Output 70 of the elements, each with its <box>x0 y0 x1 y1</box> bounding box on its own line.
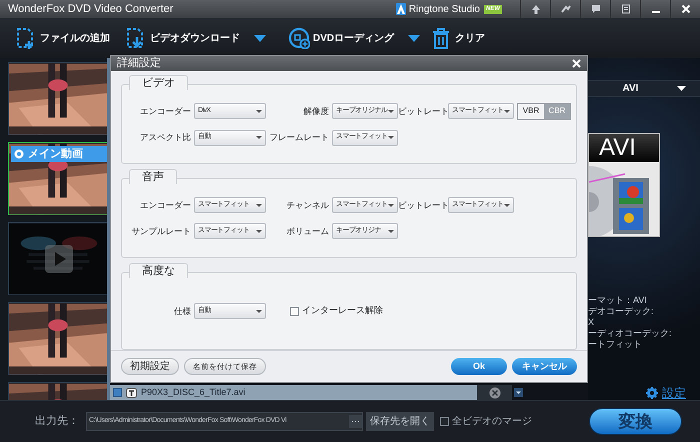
caret-icon <box>256 230 262 232</box>
caret-icon <box>504 204 510 206</box>
dropdown-icon[interactable] <box>514 388 523 397</box>
open-folder-button[interactable]: 保存先を開く <box>366 412 434 431</box>
caret-icon <box>256 204 262 206</box>
file-checkbox[interactable] <box>113 388 122 397</box>
toolbar-button[interactable]: DVDローディング <box>288 27 394 49</box>
trash-icon <box>430 27 452 49</box>
dropdown-caret-icon[interactable] <box>254 34 266 42</box>
caret-icon <box>388 136 394 139</box>
ringtone-icon[interactable] <box>396 3 406 15</box>
field-label: チャンネル <box>286 198 330 212</box>
section-title: 音声 <box>129 169 177 184</box>
caret-icon <box>504 110 510 112</box>
radio-icon <box>14 149 24 159</box>
title-icon <box>126 388 137 398</box>
toolbar-button[interactable]: ビデオダウンロード <box>125 27 240 49</box>
caret-icon[interactable] <box>677 86 686 91</box>
tag-label: メイン動画 <box>28 146 83 162</box>
section-title: 高度な <box>129 263 188 278</box>
upload-icon[interactable] <box>530 4 540 14</box>
dialog-title: 詳細設定 <box>117 56 161 72</box>
format-info-text: デオコーデック: <box>588 306 655 317</box>
merge-label: 全ビデオのマージ <box>452 415 532 429</box>
dropdown-caret-icon[interactable] <box>408 34 420 42</box>
field-label: サンプルレート <box>130 224 192 238</box>
chat-icon[interactable] <box>590 4 600 14</box>
close-icon[interactable] <box>680 4 690 14</box>
caret-icon <box>388 110 394 112</box>
disc-plus-icon <box>288 27 310 49</box>
format-info-text: ーマット：AVI <box>588 295 648 306</box>
play-icon[interactable] <box>45 245 73 273</box>
format-info-text: ートフィット <box>588 339 643 350</box>
gear-icon <box>646 387 658 399</box>
format-info-text: ーディオコーデック: <box>588 328 673 339</box>
more-button[interactable]: ··· <box>349 414 362 428</box>
field-label: ビットレート <box>398 198 448 212</box>
toolbar-button[interactable]: ファイルの追加 <box>15 27 110 49</box>
merge-checkbox[interactable] <box>440 417 449 426</box>
caret-icon <box>256 136 262 139</box>
file-row[interactable]: P90X3_DISC_6_Title7.avi <box>110 385 477 400</box>
list-icon[interactable] <box>620 4 630 14</box>
field-label: ボリューム <box>286 224 330 238</box>
caret-icon <box>388 230 394 232</box>
file-name: P90X3_DISC_6_Title7.avi <box>141 386 246 399</box>
format-title: AVI <box>589 134 659 162</box>
toolbar-button[interactable]: クリア <box>430 27 485 49</box>
field-label: ビットレート <box>398 104 448 118</box>
caret-icon <box>256 310 262 312</box>
checkbox-label: インターレース解除 <box>302 304 383 318</box>
window-title: WonderFox DVD Video Converter <box>8 2 174 17</box>
ringtone-studio-link[interactable]: Ringtone Studio <box>408 2 480 16</box>
output-label: 出力先： <box>35 414 79 430</box>
format-dropdown[interactable]: AVI <box>588 80 700 97</box>
close-icon[interactable] <box>572 59 581 68</box>
caret-icon <box>256 110 262 112</box>
field-label: エンコーダー <box>139 198 192 212</box>
field-label: フレームレート <box>268 131 330 144</box>
field-label: エンコーダー <box>139 104 192 118</box>
field-label: アスペクト比 <box>139 131 192 144</box>
dialog-button[interactable]: 初期設定 <box>121 358 179 375</box>
format-label: AVI <box>622 82 640 96</box>
close-icon[interactable] <box>488 386 500 398</box>
field-label: 仕様 <box>173 304 192 318</box>
section-title: ビデオ <box>129 75 188 90</box>
caret-icon <box>388 204 394 206</box>
field-label: 解像度 <box>302 104 330 118</box>
checkbox[interactable] <box>290 306 299 316</box>
convert-button[interactable]: 変換 <box>589 408 682 435</box>
format-info-text: X <box>588 317 596 328</box>
